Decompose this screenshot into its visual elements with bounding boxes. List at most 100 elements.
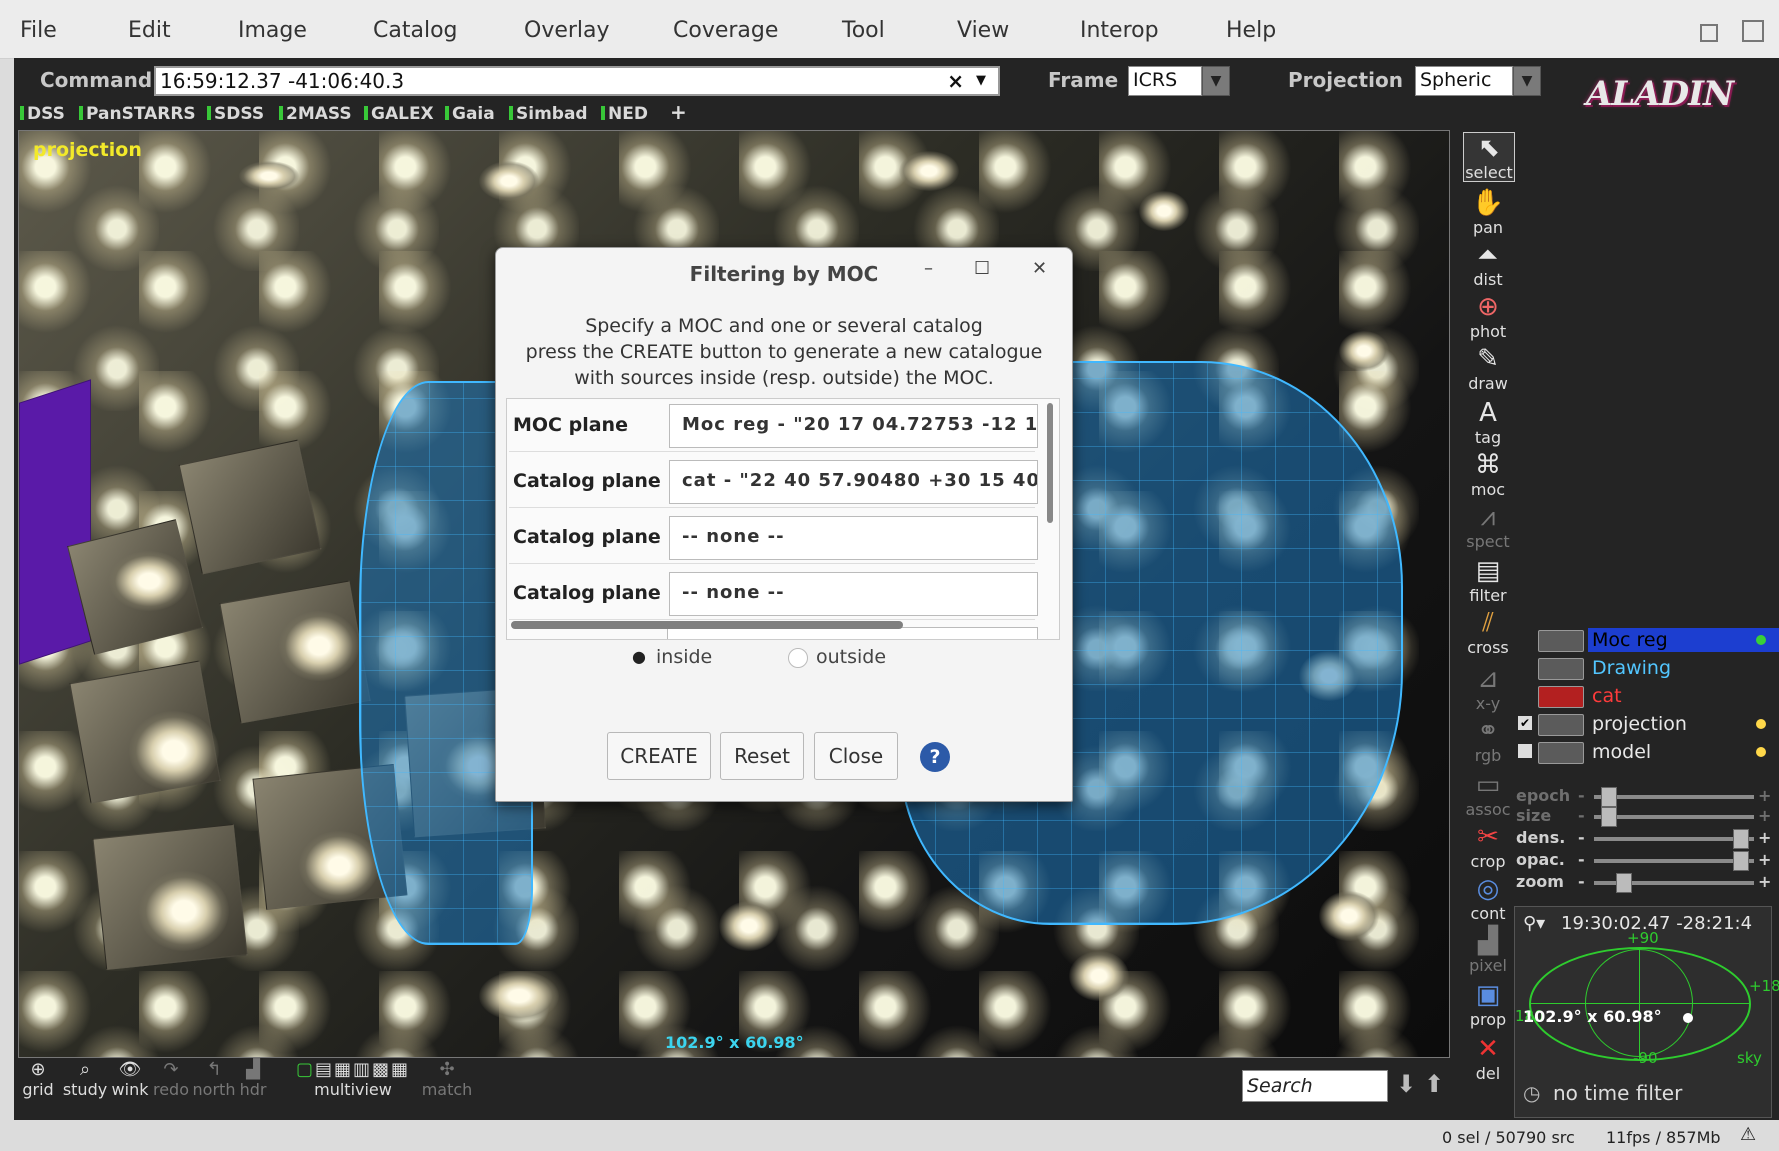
tool-pan[interactable]: ✋ pan	[1458, 188, 1518, 237]
slider-decrease-icon[interactable]: -	[1578, 872, 1585, 891]
galaxy	[479, 971, 559, 1021]
tool-del[interactable]: ✕ del	[1458, 1034, 1518, 1083]
layer-projection[interactable]: ✔ projection	[1518, 712, 1770, 736]
slider-track[interactable]	[1594, 829, 1754, 849]
search-input[interactable]: Search	[1242, 1070, 1388, 1102]
survey-galex[interactable]: GALEX	[364, 104, 434, 124]
frame-dropdown-icon[interactable]: ▼	[1202, 66, 1230, 96]
multiview-button[interactable]: ▢▤▦▥▩▦ multiview	[278, 1060, 428, 1100]
menu-overlay[interactable]: Overlay	[524, 18, 610, 43]
menu-tool[interactable]: Tool	[842, 18, 885, 43]
time-filter-label[interactable]: no time filter	[1553, 1081, 1682, 1105]
wink-button[interactable]: 👁 wink	[110, 1060, 150, 1100]
survey-sdss[interactable]: SDSS	[207, 104, 264, 124]
clear-command-icon[interactable]: ×	[947, 68, 964, 94]
maximize-window-icon[interactable]	[1742, 20, 1764, 42]
slider-track[interactable]	[1594, 851, 1754, 871]
survey-simbad[interactable]: Simbad	[509, 104, 588, 124]
reset-button[interactable]: Reset	[720, 732, 804, 780]
slider-increase-icon[interactable]: +	[1758, 850, 1771, 869]
layer-status-dot	[1756, 719, 1766, 729]
menu-coverage[interactable]: Coverage	[673, 18, 778, 43]
slider-opac[interactable]: opac. - +	[1516, 850, 1772, 871]
inside-radio[interactable]: ●	[630, 648, 648, 666]
outside-radio[interactable]	[788, 648, 808, 668]
slider-decrease-icon[interactable]: -	[1578, 828, 1585, 847]
frame-select[interactable]: ICRS	[1128, 66, 1202, 96]
slider-label: zoom	[1516, 872, 1564, 891]
command-input[interactable]: 16:59:12.37 -41:06:40.3 × ▼	[154, 66, 1000, 96]
clock-icon[interactable]: ◷	[1523, 1081, 1540, 1105]
survey-dss[interactable]: DSS	[20, 104, 65, 124]
catalog-plane-select[interactable]: cat - "22 40 57.90480 +30 15 40.	[669, 460, 1038, 504]
layer-moc-reg[interactable]: Moc reg	[1538, 628, 1779, 652]
tool-moc[interactable]: ⌘ moc	[1458, 450, 1518, 499]
tool-label: cross	[1467, 638, 1509, 657]
survey-panstarrs[interactable]: PanSTARRS	[79, 104, 196, 124]
search-next-icon[interactable]: ⬇	[1396, 1070, 1416, 1098]
slider-knob[interactable]	[1732, 829, 1749, 849]
restore-window-icon[interactable]	[1700, 24, 1718, 42]
tool-draw[interactable]: ✎ draw	[1458, 344, 1518, 393]
tool-cross[interactable]: ⫽ cross	[1458, 608, 1518, 657]
menu-image[interactable]: Image	[238, 18, 307, 43]
study-button[interactable]: ⌕ study	[62, 1060, 108, 1100]
tool-cont[interactable]: ◎ cont	[1458, 874, 1518, 923]
equator-line	[1531, 1003, 1749, 1004]
menu-help[interactable]: Help	[1226, 18, 1276, 43]
add-survey-icon[interactable]: +	[670, 100, 687, 124]
slider-knob[interactable]	[1732, 851, 1749, 871]
close-dialog-icon[interactable]: ✕	[1032, 258, 1047, 279]
description-line: press the CREATE button to generate a ne…	[525, 341, 1043, 363]
help-icon[interactable]: ?	[920, 742, 950, 772]
tool-tag[interactable]: Atag	[1458, 398, 1518, 447]
grid-button[interactable]: ⊕ grid	[20, 1059, 56, 1100]
grid-globe-icon: ⊕	[30, 1059, 46, 1080]
vertical-scrollbar[interactable]	[1047, 403, 1053, 523]
search-previous-icon[interactable]: ⬆	[1424, 1070, 1444, 1098]
layer-model[interactable]: model	[1518, 740, 1770, 764]
command-history-dropdown-icon[interactable]: ▼	[976, 68, 986, 94]
minimize-icon[interactable]: –	[924, 258, 933, 279]
survey-2mass[interactable]: 2MASS	[279, 104, 352, 124]
slider-increase-icon[interactable]: +	[1758, 828, 1771, 847]
slider-track[interactable]	[1594, 873, 1754, 893]
slider-zoom[interactable]: zoom - +	[1516, 872, 1772, 893]
tool-filter[interactable]: ▤ filter	[1458, 556, 1518, 605]
slider-knob[interactable]	[1615, 873, 1632, 893]
catalog-plane-select[interactable]: -- none --	[669, 572, 1038, 616]
location-pin-icon[interactable]: ⚲▾	[1523, 913, 1545, 934]
plane-list[interactable]: MOC plane Moc reg - "20 17 04.72753 -12 …	[506, 398, 1060, 640]
menu-edit[interactable]: Edit	[128, 18, 171, 43]
catalog-plane-row: Catalog plane -- none --	[509, 513, 1038, 564]
maximize-icon[interactable]: ☐	[974, 258, 990, 279]
slider-decrease-icon: -	[1578, 786, 1585, 805]
slider-decrease-icon[interactable]: -	[1578, 850, 1585, 869]
menu-interop[interactable]: Interop	[1080, 18, 1159, 43]
layer-visibility-checkbox[interactable]	[1518, 744, 1532, 758]
field-of-view: 102.9° x 60.98°	[665, 1033, 804, 1052]
menu-view[interactable]: View	[957, 18, 1009, 43]
create-button[interactable]: CREATE	[607, 732, 711, 780]
overview-panel[interactable]: ⚲▾ 19:30:02.47 -28:21:4 +90 -90 +18 180 …	[1514, 906, 1779, 1118]
tool-select[interactable]: ⬉ select	[1463, 132, 1515, 182]
slider-dens[interactable]: dens. - +	[1516, 828, 1772, 849]
tool-crop[interactable]: ✂ crop	[1458, 822, 1518, 871]
allsky-ellipse	[1529, 947, 1751, 1061]
tool-phot[interactable]: ⊕ phot	[1458, 292, 1518, 341]
tool-dist[interactable]: ⏶ dist	[1458, 240, 1518, 289]
projection-select[interactable]: Spheric	[1415, 66, 1513, 96]
menu-file[interactable]: File	[20, 18, 57, 43]
layer-visibility-checkbox[interactable]: ✔	[1518, 716, 1532, 730]
close-button[interactable]: Close	[814, 732, 898, 780]
slider-increase-icon[interactable]: +	[1758, 872, 1771, 891]
survey-gaia[interactable]: Gaia	[445, 104, 495, 124]
survey-ned[interactable]: NED	[601, 104, 648, 124]
horizontal-scrollbar[interactable]	[511, 621, 903, 629]
tool-prop[interactable]: ▣ prop	[1458, 980, 1518, 1029]
projection-dropdown-icon[interactable]: ▼	[1513, 66, 1541, 96]
tool-assoc: ▭ assoc	[1458, 770, 1518, 819]
catalog-plane-select[interactable]: -- none --	[669, 516, 1038, 560]
moc-plane-select[interactable]: Moc reg - "20 17 04.72753 -12 19	[669, 404, 1038, 448]
menu-catalog[interactable]: Catalog	[373, 18, 458, 43]
